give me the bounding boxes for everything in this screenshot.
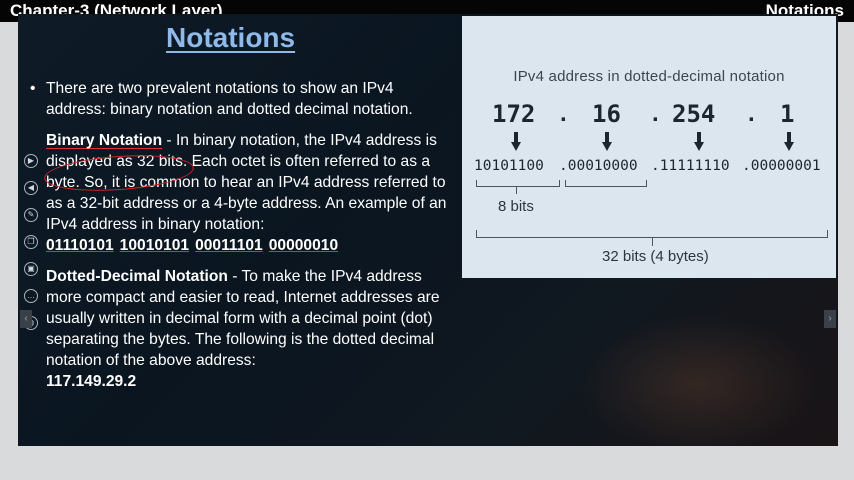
background-glow bbox=[578, 314, 818, 446]
octet-separator: . bbox=[748, 100, 755, 127]
bullet-icon: • bbox=[30, 80, 36, 97]
octet-binary: .00000001 bbox=[742, 158, 821, 174]
play-icon[interactable]: ▶ bbox=[24, 154, 38, 168]
pen-icon[interactable]: ✎ bbox=[24, 208, 38, 222]
binary-octet: 00000010 bbox=[268, 237, 339, 254]
slide-body: • There are two prevalent notations to s… bbox=[30, 78, 456, 402]
byte-label: 8 bits bbox=[498, 198, 534, 215]
octet-separator: . bbox=[652, 100, 659, 127]
slide-title: Notations bbox=[166, 22, 296, 53]
down-arrow-icon bbox=[694, 132, 704, 151]
binary-octet: 01110101 bbox=[46, 237, 114, 254]
binary-example: 01110101 10010101 00011101 00000010 bbox=[46, 235, 456, 256]
byte-bracket bbox=[476, 180, 560, 187]
prev-slide-button[interactable]: ‹ bbox=[20, 310, 32, 328]
next-slide-button[interactable]: › bbox=[824, 310, 836, 328]
octet-decimal: 254 bbox=[672, 100, 716, 128]
bracket-tick bbox=[652, 237, 653, 246]
binary-paragraph: Binary Notation - In binary notation, th… bbox=[46, 130, 456, 256]
image-icon[interactable]: ▣ bbox=[24, 262, 38, 276]
copy-icon[interactable]: ❐ bbox=[24, 235, 38, 249]
byte-bracket bbox=[565, 180, 647, 187]
dotted-paragraph: Dotted-Decimal Notation - To make the IP… bbox=[46, 266, 456, 392]
dotted-term: Dotted-Decimal Notation bbox=[46, 268, 228, 285]
binary-octet: 00011101 bbox=[195, 237, 263, 254]
slide: Notations ▶ ◀ ✎ ❐ ▣ … ◍ ‹ › • There are … bbox=[18, 14, 838, 446]
binary-octet: 10010101 bbox=[119, 237, 190, 254]
more-icon[interactable]: … bbox=[24, 289, 38, 303]
ipv4-diagram: IPv4 address in dotted-decimal notation … bbox=[462, 16, 836, 278]
down-arrow-icon bbox=[511, 132, 521, 151]
octet-separator: . bbox=[560, 100, 567, 127]
total-label: 32 bits (4 bytes) bbox=[602, 248, 709, 265]
back-icon[interactable]: ◀ bbox=[24, 181, 38, 195]
octet-binary: 10101100 bbox=[474, 158, 544, 174]
intro-paragraph: • There are two prevalent notations to s… bbox=[30, 80, 413, 118]
octet-decimal: 16 bbox=[592, 100, 621, 128]
down-arrow-icon bbox=[602, 132, 612, 151]
dotted-example: 117.149.29.2 bbox=[46, 373, 137, 390]
binary-term: Binary Notation bbox=[46, 132, 163, 149]
octet-binary: .00010000 bbox=[559, 158, 638, 174]
diagram-title: IPv4 address in dotted-decimal notation bbox=[513, 68, 785, 85]
octet-decimal: 1 bbox=[780, 100, 795, 128]
octet-decimal: 172 bbox=[492, 100, 536, 128]
bracket-tick bbox=[516, 186, 517, 194]
octet-binary: .11111110 bbox=[651, 158, 730, 174]
down-arrow-icon bbox=[784, 132, 794, 151]
